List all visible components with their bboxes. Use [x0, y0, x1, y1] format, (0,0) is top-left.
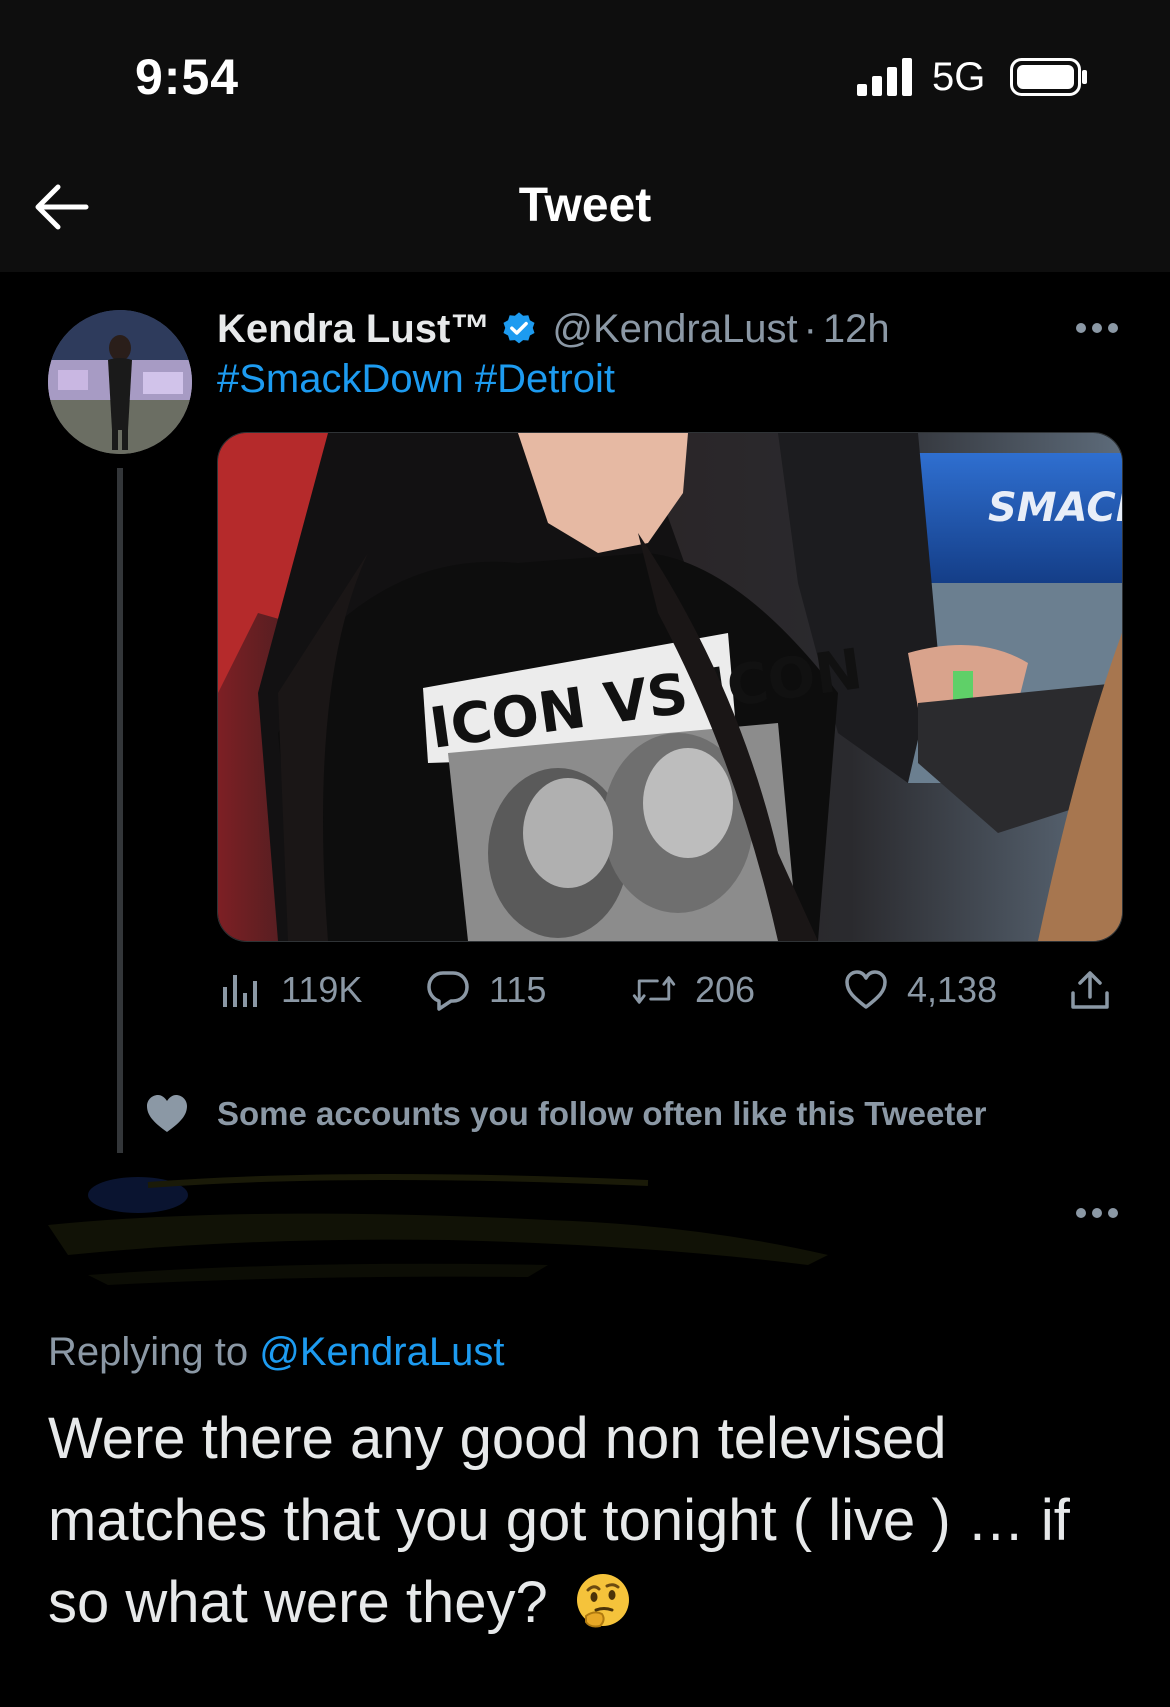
heart-icon	[845, 970, 887, 1009]
analytics-icon	[223, 975, 257, 1007]
thread-line	[117, 468, 123, 1153]
retweet-button[interactable]: 206	[631, 962, 755, 1018]
tweet-action-bar: 119K 115 206 4,138	[217, 962, 1117, 1018]
replying-to-mention[interactable]: @KendraLust	[259, 1330, 504, 1374]
author-name[interactable]: Kendra Lust™	[217, 307, 490, 352]
battery-icon	[1010, 58, 1087, 96]
views-count: 119K	[281, 969, 363, 1010]
avatar-photo	[48, 310, 192, 454]
share-icon	[1071, 971, 1109, 1009]
network-type: 5G	[932, 55, 986, 99]
heart-filled-icon	[147, 1095, 187, 1132]
cellular-signal-icon	[857, 58, 912, 96]
tweet-timestamp[interactable]: 12h	[823, 307, 890, 352]
social-context: Some accounts you follow often like this…	[143, 1090, 987, 1138]
social-context-text: Some accounts you follow often like this…	[217, 1095, 987, 1132]
reply-count: 115	[489, 969, 547, 1010]
more-options-icon[interactable]	[1074, 321, 1120, 335]
media-image: SMACK ICON VS ICON	[218, 433, 1122, 941]
status-time: 9:54	[135, 49, 240, 105]
hashtag-detroit[interactable]: #Detroit	[475, 357, 615, 401]
thinking-face-icon	[576, 1574, 629, 1628]
reply-icon	[427, 971, 469, 1011]
views-button[interactable]: 119K	[217, 962, 362, 1018]
obscured-reply-author	[48, 1173, 828, 1285]
page-title: Tweet	[518, 179, 652, 232]
retweet-count: 206	[695, 969, 756, 1010]
reply-text-body: Were there any good non televised matche…	[48, 1406, 1070, 1635]
replying-to-label: Replying to	[48, 1330, 249, 1374]
hashtag-smackdown[interactable]: #SmackDown	[217, 357, 464, 401]
reply-button[interactable]: 115	[425, 962, 546, 1018]
reply-tweet-text: Were there any good non televised matche…	[48, 1398, 1138, 1644]
author-avatar[interactable]	[48, 310, 192, 454]
tweet-media-photo[interactable]: SMACK ICON VS ICON	[217, 432, 1123, 942]
tweet-text: #SmackDown #Detroit	[217, 357, 615, 402]
like-count: 4,138	[907, 969, 998, 1010]
replying-to: Replying to @KendraLust	[48, 1330, 504, 1375]
retweet-icon	[632, 976, 676, 1004]
reply-more-options-icon[interactable]	[1074, 1206, 1120, 1220]
share-button[interactable]	[1067, 962, 1113, 1018]
verified-badge-icon	[503, 312, 535, 344]
like-button[interactable]: 4,138	[843, 962, 997, 1018]
status-bar: 9:54 5G	[0, 0, 1170, 150]
author-handle[interactable]: @KendraLust	[552, 307, 797, 352]
tweet-header: Kendra Lust™ @KendraLust · 12h	[217, 302, 890, 356]
separator-dot: ·	[803, 306, 817, 351]
smackdown-logo-text: SMACK	[988, 485, 1122, 531]
